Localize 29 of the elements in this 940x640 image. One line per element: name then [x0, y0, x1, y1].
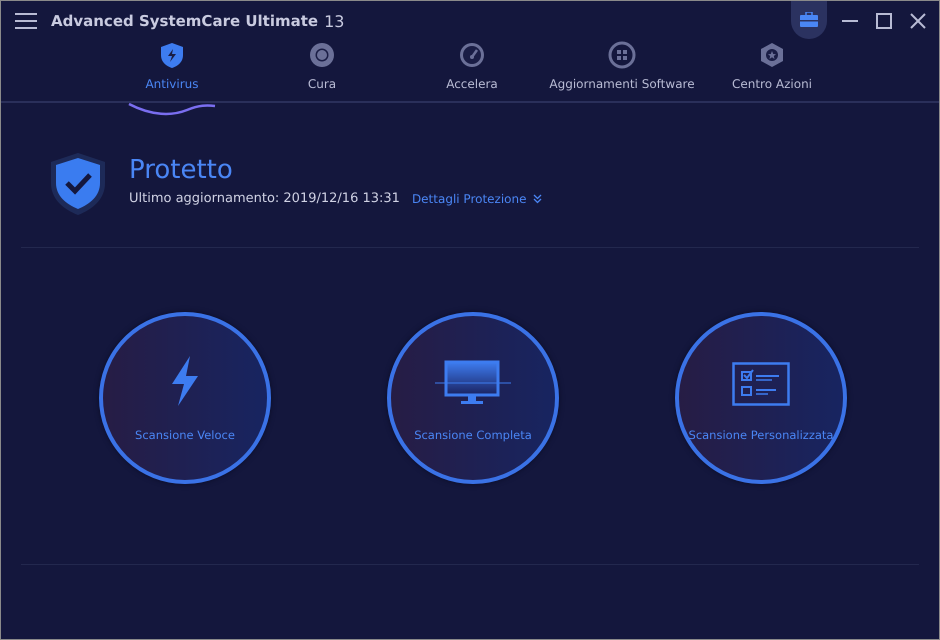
menu-icon[interactable]: [15, 13, 37, 29]
version-number: 13: [324, 12, 344, 30]
scan-button[interactable]: Scansione Personalizzata: [675, 312, 847, 484]
window-title: Advanced SystemCare Ultimate: [51, 12, 318, 30]
nav-tab[interactable]: Cura: [247, 41, 397, 101]
nav-tab[interactable]: Aggiornamenti Software: [547, 41, 697, 101]
nav-tab[interactable]: Antivirus: [97, 41, 247, 101]
nav-tab[interactable]: Centro Azioni: [697, 41, 847, 101]
monitor-icon: [435, 360, 511, 406]
checklist-icon: [732, 362, 790, 406]
lens-icon: [308, 41, 336, 69]
chevron-down-icon: [532, 194, 542, 204]
toolbox-button[interactable]: [791, 1, 827, 39]
protection-details-link[interactable]: Dettagli Protezione: [412, 192, 542, 206]
grid-icon: [608, 41, 636, 69]
shield-bolt-icon: [158, 41, 186, 69]
scan-button[interactable]: Scansione Completa: [387, 312, 559, 484]
nav-tab[interactable]: Accelera: [397, 41, 547, 101]
lightning-icon: [170, 356, 200, 406]
minimize-icon: [842, 20, 858, 22]
status-title: Protetto: [129, 155, 234, 185]
close-icon: [910, 13, 926, 29]
last-update-text: Ultimo aggiornamento: 2019/12/16 13:31: [129, 191, 400, 206]
maximize-icon: [876, 13, 892, 29]
toolbox-icon: [800, 12, 818, 26]
hexagon-star-icon: [758, 41, 786, 69]
shield-check-icon: [49, 153, 107, 215]
scan-button[interactable]: Scansione Veloce: [99, 312, 271, 484]
gauge-icon: [458, 41, 486, 69]
